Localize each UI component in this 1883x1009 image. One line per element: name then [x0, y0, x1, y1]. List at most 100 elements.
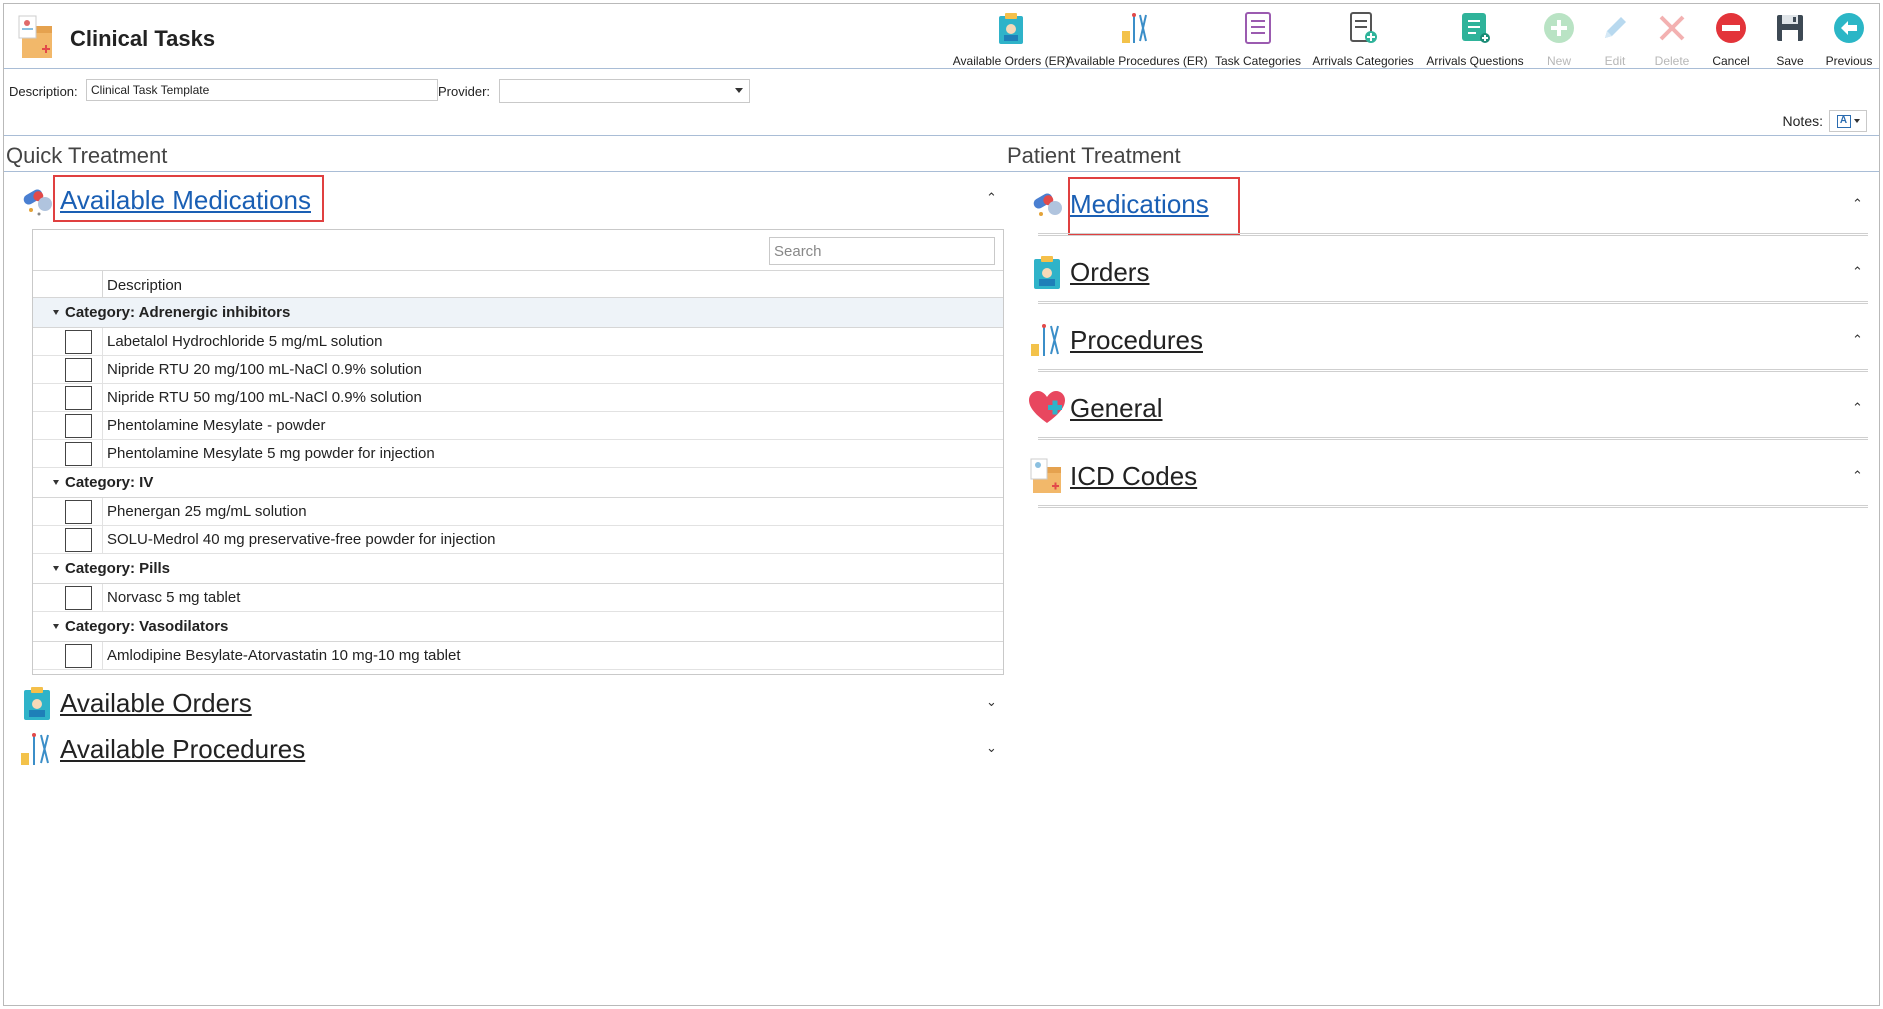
table-row[interactable]: SOLU-Medrol 40 mg preservative-free powd… — [33, 526, 1003, 554]
category-group-row[interactable]: Category: Vasodilators — [33, 612, 1003, 642]
description-column-header[interactable]: Description — [107, 277, 182, 294]
orders-section-header[interactable]: Orders — [1028, 252, 1149, 292]
cancel-button[interactable]: Cancel — [1701, 6, 1761, 68]
previous-button[interactable]: Previous — [1819, 6, 1879, 68]
header-divider — [4, 68, 1879, 69]
heart-plus-icon — [1028, 389, 1066, 427]
row-checkbox[interactable] — [65, 499, 92, 524]
section-divider-top — [4, 135, 1879, 136]
arrivals-questions-button[interactable]: Arrivals Questions — [1419, 6, 1531, 68]
expand-triangle-icon[interactable] — [53, 310, 59, 315]
medication-description: Norvasc 5 mg tablet — [107, 589, 241, 606]
grid-header-row: Description — [33, 270, 1003, 298]
orders-clipboard-icon — [18, 684, 56, 722]
collapse-chevron-icon[interactable]: ⌃ — [986, 190, 997, 206]
table-row[interactable]: Nipride RTU 50 mg/100 mL-NaCl 0.9% solut… — [33, 384, 1003, 412]
orders-clipboard-icon — [1028, 253, 1066, 291]
available-orders-link[interactable]: Available Orders — [60, 688, 252, 719]
medication-description: Nipride RTU 50 mg/100 mL-NaCl 0.9% solut… — [107, 389, 422, 406]
collapse-chevron-icon[interactable]: ⌃ — [1852, 400, 1863, 416]
pills-icon — [1028, 185, 1066, 223]
text-format-icon: A — [1836, 114, 1851, 128]
medications-grid: Search Description Category: Adrenergic … — [32, 229, 1004, 675]
orders-link[interactable]: Orders — [1070, 257, 1149, 288]
provider-label: Provider: — [438, 84, 491, 99]
delete-button[interactable]: Delete — [1643, 6, 1701, 68]
arrivals-categories-button[interactable]: Arrivals Categories — [1307, 6, 1419, 68]
available-orders-er-button[interactable]: Available Orders (ER) — [953, 6, 1069, 68]
row-checkbox[interactable] — [65, 527, 92, 552]
task-categories-button[interactable]: Task Categories — [1209, 6, 1307, 68]
grid-body: Category: Adrenergic inhibitors Labetalo… — [33, 298, 1003, 670]
header-bar: Clinical Tasks Available Orders (ER) Ava… — [4, 4, 1879, 69]
clinical-tasks-app-icon — [16, 12, 60, 60]
description-label: Description: — [9, 84, 78, 99]
edit-button[interactable]: Edit — [1587, 6, 1643, 68]
checkbox-column-header — [33, 271, 103, 297]
collapse-chevron-icon[interactable]: ⌃ — [1852, 196, 1863, 212]
procedures-section-header[interactable]: Procedures — [1028, 320, 1203, 360]
procedures-instruments-icon — [1028, 321, 1066, 359]
icd-codes-link[interactable]: ICD Codes — [1070, 461, 1197, 492]
table-row[interactable]: Phentolamine Mesylate 5 mg powder for in… — [33, 440, 1003, 468]
medication-description: Phenergan 25 mg/mL solution — [107, 503, 307, 520]
available-orders-header[interactable]: Available Orders — [18, 683, 252, 723]
table-row[interactable]: Nipride RTU 20 mg/100 mL-NaCl 0.9% solut… — [33, 356, 1003, 384]
table-row[interactable]: Amlodipine Besylate-Atorvastatin 10 mg-1… — [33, 642, 1003, 670]
available-procedures-header[interactable]: Available Procedures — [18, 729, 305, 769]
row-checkbox[interactable] — [65, 585, 92, 610]
general-section-header[interactable]: General — [1028, 388, 1163, 428]
section-divider — [1038, 301, 1868, 304]
general-link[interactable]: General — [1070, 393, 1163, 424]
collapse-chevron-icon[interactable]: ⌃ — [1852, 332, 1863, 348]
highlight-box-medications — [1068, 177, 1240, 236]
search-input[interactable]: Search — [769, 237, 995, 265]
expand-chevron-icon[interactable]: ⌄ — [986, 694, 997, 710]
floppy-disk-icon — [1772, 10, 1808, 46]
expand-chevron-icon[interactable]: ⌄ — [986, 740, 997, 756]
page-title: Clinical Tasks — [70, 26, 216, 51]
notes-format-button[interactable]: A — [1829, 110, 1867, 132]
table-row[interactable]: Norvasc 5 mg tablet — [33, 584, 1003, 612]
medication-description: Nipride RTU 20 mg/100 mL-NaCl 0.9% solut… — [107, 361, 422, 378]
table-row[interactable]: Phentolamine Mesylate - powder — [33, 412, 1003, 440]
provider-dropdown[interactable] — [499, 79, 750, 103]
row-checkbox[interactable] — [65, 385, 92, 410]
description-row: Description: Clinical Task Template Prov… — [4, 74, 1879, 103]
notes-row: Notes: A — [1783, 110, 1867, 132]
expand-triangle-icon[interactable] — [53, 624, 59, 629]
row-checkbox[interactable] — [65, 441, 92, 466]
procedures-instruments-icon — [18, 730, 56, 768]
medication-description: Labetalol Hydrochloride 5 mg/mL solution — [107, 333, 383, 350]
expand-triangle-icon[interactable] — [53, 566, 59, 571]
category-group-row[interactable]: Category: Adrenergic inhibitors — [33, 298, 1003, 328]
section-divider — [1038, 369, 1868, 372]
arrivals-questions-icon — [1457, 10, 1493, 46]
collapse-chevron-icon[interactable]: ⌃ — [1852, 264, 1863, 280]
category-group-row[interactable]: Category: IV — [33, 468, 1003, 498]
row-checkbox[interactable] — [65, 643, 92, 668]
chevron-down-icon — [735, 88, 743, 93]
category-group-row[interactable]: Category: Pills — [33, 554, 1003, 584]
arrivals-categories-icon — [1345, 10, 1381, 46]
table-row[interactable]: Labetalol Hydrochloride 5 mg/mL solution — [33, 328, 1003, 356]
row-checkbox[interactable] — [65, 357, 92, 382]
save-button[interactable]: Save — [1761, 6, 1819, 68]
procedures-instruments-icon — [1119, 10, 1155, 46]
table-row[interactable]: Phenergan 25 mg/mL solution — [33, 498, 1003, 526]
notes-label: Notes: — [1782, 113, 1823, 129]
available-procedures-link[interactable]: Available Procedures — [60, 734, 305, 765]
expand-triangle-icon[interactable] — [53, 480, 59, 485]
collapse-chevron-icon[interactable]: ⌃ — [1852, 468, 1863, 484]
row-checkbox[interactable] — [65, 329, 92, 354]
icd-codes-section-header[interactable]: ICD Codes — [1028, 456, 1197, 496]
cancel-circle-icon — [1713, 10, 1749, 46]
app-window: Clinical Tasks Available Orders (ER) Ava… — [3, 3, 1880, 1006]
new-button[interactable]: New — [1531, 6, 1587, 68]
description-field[interactable]: Clinical Task Template — [86, 79, 438, 101]
available-procedures-er-button[interactable]: Available Procedures (ER) — [1065, 6, 1209, 68]
medication-description: Amlodipine Besylate-Atorvastatin 10 mg-1… — [107, 647, 461, 664]
procedures-link[interactable]: Procedures — [1070, 325, 1203, 356]
plus-circle-icon — [1541, 10, 1577, 46]
row-checkbox[interactable] — [65, 413, 92, 438]
